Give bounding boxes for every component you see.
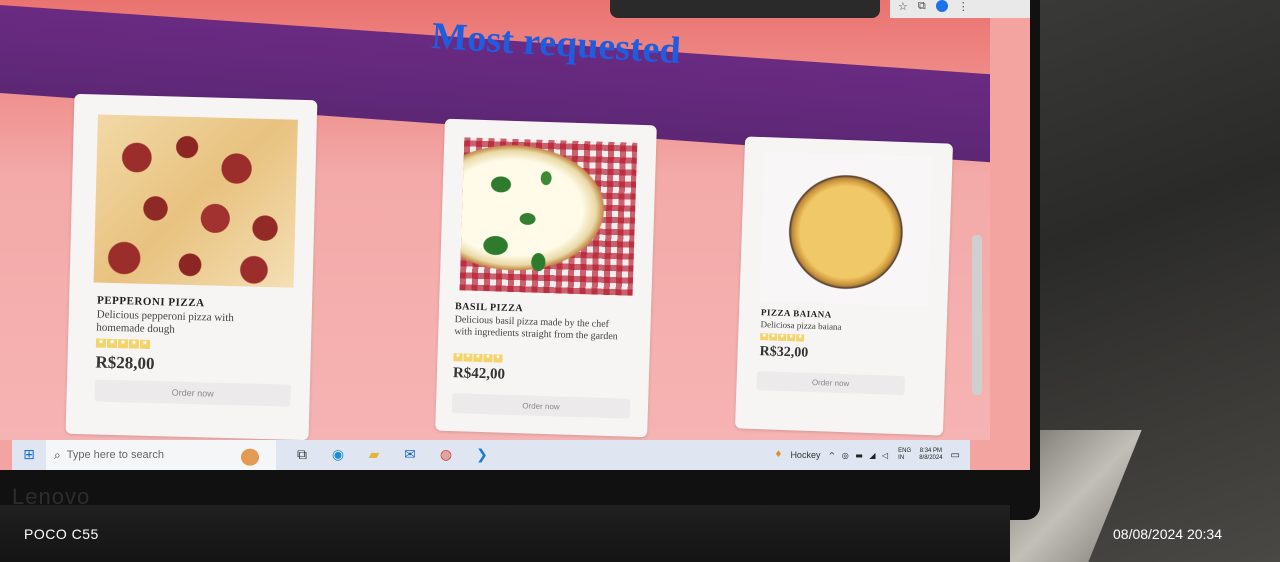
chrome-icon[interactable]: ◍ <box>436 447 456 463</box>
language-region: IN <box>898 455 905 461</box>
star-bookmark-icon[interactable]: ☆ <box>898 0 908 13</box>
clock-date: 8/8/2024 <box>919 455 943 461</box>
star-icon: ★ <box>760 332 769 341</box>
product-price: R$42,00 <box>452 365 506 383</box>
clock[interactable]: 8:34 PM 8/8/2024 <box>919 448 942 462</box>
task-view-icon[interactable]: ⧉ <box>292 447 312 463</box>
taskbar-apps: ⧉ ◉ ▰ ✉ ◍ ❯ <box>292 447 492 463</box>
camera-watermark: POCO C55 <box>24 526 99 542</box>
star-icon: ★ <box>117 338 129 349</box>
vscode-icon[interactable]: ❯ <box>472 447 492 463</box>
language-indicator[interactable]: ENG IN <box>898 448 911 462</box>
search-placeholder: Type here to search <box>66 449 164 461</box>
order-now-button[interactable]: Order now <box>94 379 291 407</box>
laptop-screen: Most requested PEPPERONI PIZZA Delicious… <box>0 0 1030 470</box>
product-name: PEPPERONI PIZZA <box>96 294 205 310</box>
laptop-bezel: Most requested PEPPERONI PIZZA Delicious… <box>0 0 1040 520</box>
order-now-button[interactable]: Order now <box>756 371 905 396</box>
star-icon: ★ <box>128 338 140 349</box>
laptop-brand-logo: Lenovo <box>12 484 91 509</box>
edge-icon[interactable]: ◉ <box>328 447 348 463</box>
search-highlight-cat-icon[interactable] <box>236 444 264 466</box>
product-card-baiana: PIZZA BAIANA Deliciosa pizza baiana ★ ★ … <box>734 136 954 436</box>
notification-icon[interactable]: ▭ <box>951 450 960 461</box>
star-icon: ★ <box>106 338 118 349</box>
rating-stars: ★ ★ ★ ★ ★ <box>95 338 151 349</box>
star-icon: ★ <box>463 353 473 362</box>
page-scrollbar[interactable] <box>972 235 982 395</box>
profile-avatar-icon[interactable] <box>935 0 948 12</box>
system-tray: ♦ Hockey ^ ◎ ▬ ◢ ◁ ENG IN 8:34 PM 8/8/20… <box>774 448 970 462</box>
star-icon: ★ <box>453 352 463 362</box>
product-name: BASIL PIZZA <box>454 301 524 315</box>
product-card-pepperoni: PEPPERONI PIZZA Delicious pepperoni pizz… <box>65 93 318 440</box>
star-icon: ★ <box>95 338 107 348</box>
weather-text[interactable]: Hockey <box>790 450 820 460</box>
windows-taskbar: ⊞ ⌕ Type here to search ⧉ ◉ ▰ ✉ ◍ ❯ ♦ Ho… <box>12 440 970 470</box>
browser-toolbar: ☆ ⧉ ⋮ <box>890 0 1030 18</box>
star-icon: ★ <box>483 353 493 363</box>
product-price: R$28,00 <box>95 352 155 374</box>
laptop-base <box>0 505 1010 562</box>
pepperoni-pizza-image <box>93 114 298 288</box>
star-icon: ★ <box>139 339 151 349</box>
star-icon: ★ <box>473 353 483 363</box>
language-code: ENG <box>898 447 912 454</box>
mail-icon[interactable]: ✉ <box>400 447 420 463</box>
product-name: PIZZA BAIANA <box>760 307 832 320</box>
star-icon: ★ <box>493 353 503 363</box>
baiana-pizza-image <box>759 151 933 307</box>
basil-pizza-image <box>459 137 638 296</box>
tray-icons[interactable]: ^ ◎ ▬ ◢ ◁ <box>828 451 890 460</box>
product-card-basil: BASIL PIZZA Delicious basil pizza made b… <box>435 118 657 438</box>
web-page: Most requested PEPPERONI PIZZA Delicious… <box>0 0 990 440</box>
star-icon: ★ <box>796 333 805 342</box>
browser-address-bar[interactable] <box>610 0 880 18</box>
search-icon: ⌕ <box>54 447 61 462</box>
product-price: R$32,00 <box>759 344 809 361</box>
star-icon: ★ <box>778 332 787 342</box>
order-now-button[interactable]: Order now <box>451 393 631 419</box>
extensions-icon[interactable]: ⧉ <box>918 0 926 13</box>
menu-icon[interactable]: ⋮ <box>958 0 969 13</box>
star-icon: ★ <box>787 333 796 342</box>
datetime-watermark: 08/08/2024 20:34 <box>1113 526 1222 542</box>
product-description: Delicious basil pizza made by the chef w… <box>454 314 618 342</box>
weather-icon[interactable]: ♦ <box>774 450 782 460</box>
product-description: Delicious pepperoni pizza with homemade … <box>96 308 234 336</box>
rating-stars: ★ ★ ★ ★ ★ <box>453 352 503 363</box>
star-icon: ★ <box>769 332 778 341</box>
file-explorer-icon[interactable]: ▰ <box>364 447 384 463</box>
rating-stars: ★ ★ ★ ★ ★ <box>760 332 805 342</box>
windows-start-icon[interactable]: ⊞ <box>12 447 46 463</box>
browser-top-bar: ☆ ⧉ ⋮ <box>610 0 1030 18</box>
clock-time: 8:34 PM <box>919 447 943 454</box>
